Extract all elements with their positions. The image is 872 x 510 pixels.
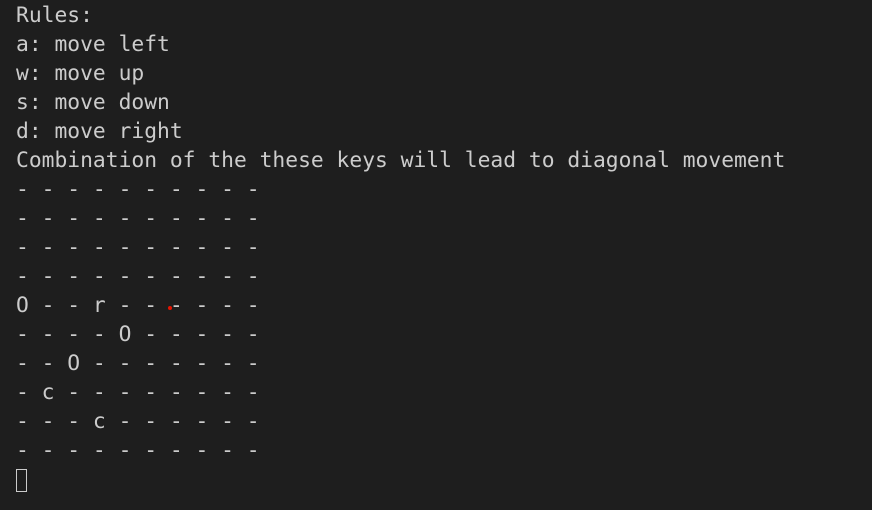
grid-row: - - O - - - - - - - (16, 351, 260, 376)
input-line[interactable] (16, 465, 872, 494)
terminal-window[interactable]: Rules: a: move left w: move up s: move d… (0, 0, 872, 510)
grid-row: - - - - - - - - - - (16, 438, 260, 463)
grid-row: - c - - - - - - - - (16, 380, 260, 405)
rules-heading: Rules: (16, 3, 93, 28)
rule-diagonal: Combination of the these keys will lead … (16, 148, 786, 173)
rule-down: s: move down (16, 90, 170, 115)
rule-left: a: move left (16, 32, 170, 57)
red-dot-marker (168, 306, 172, 310)
grid-row: - - - - O - - - - - (16, 322, 260, 347)
grid-row: - - - - - - - - - - (16, 235, 260, 260)
grid-row: - - - - - - - - - - (16, 264, 260, 289)
text-cursor (16, 469, 27, 492)
grid-row: O - - r - - - - - - (16, 293, 260, 318)
rule-right: d: move right (16, 119, 183, 144)
grid-row: - - - c - - - - - - (16, 409, 260, 434)
grid-row: - - - - - - - - - - (16, 206, 260, 231)
rule-up: w: move up (16, 61, 145, 86)
game-grid: - - - - - - - - - - - - - - - - - - - - … (16, 175, 872, 465)
grid-row: - - - - - - - - - - (16, 177, 260, 202)
